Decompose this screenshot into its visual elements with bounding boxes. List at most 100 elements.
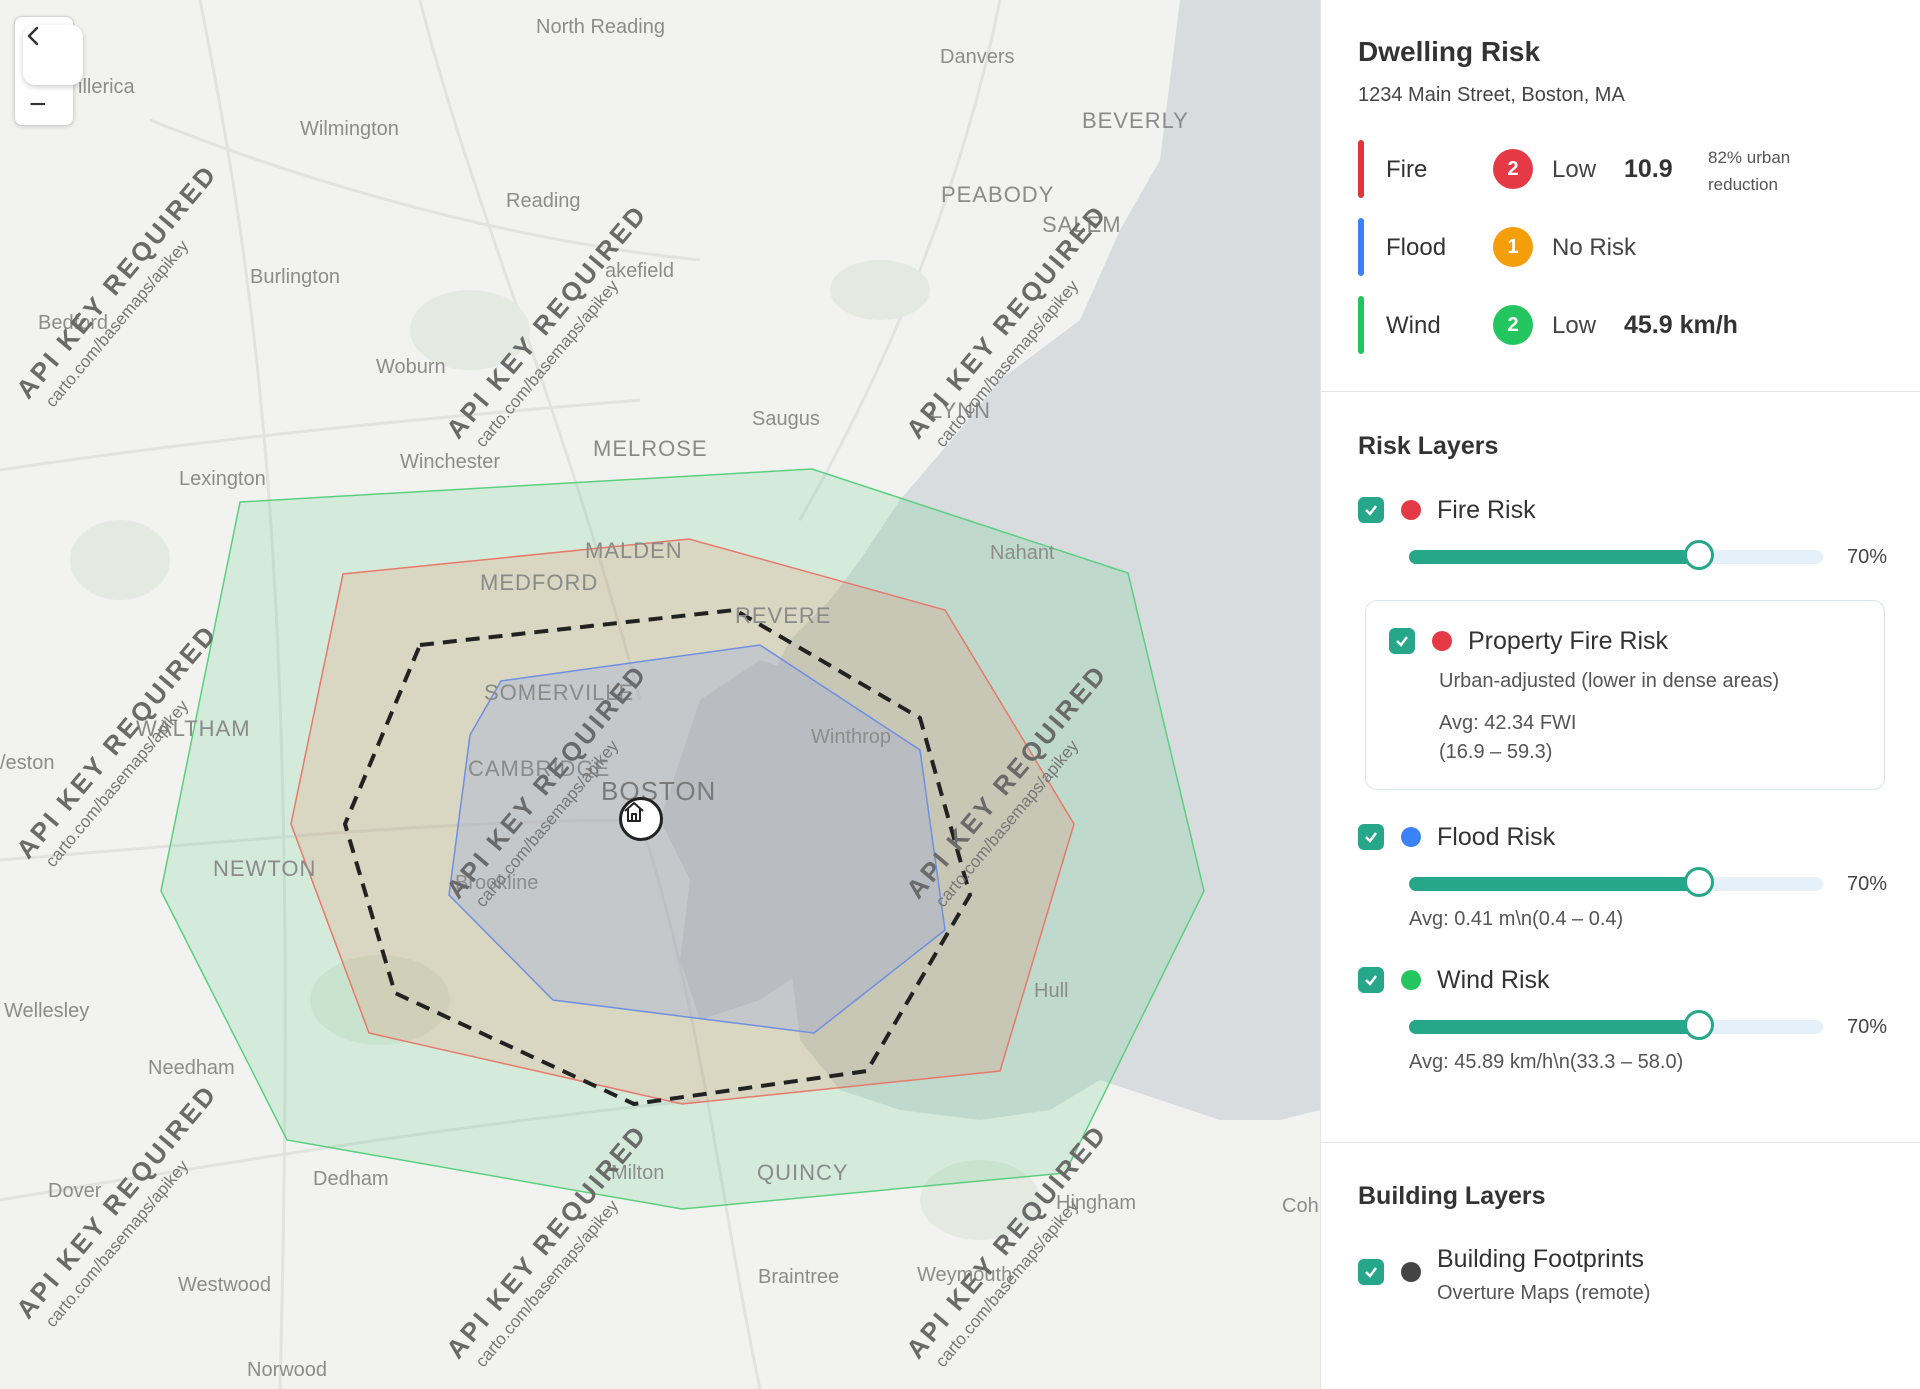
flood-risk-opacity-slider[interactable] <box>1409 867 1823 897</box>
property-fire-risk-color-dot <box>1432 631 1452 651</box>
check-icon <box>1365 975 1377 986</box>
zoom-controls: − <box>14 16 83 126</box>
flood-risk-label: Flood Risk <box>1437 823 1556 851</box>
slider-handle[interactable] <box>1683 1010 1714 1040</box>
map-view[interactable]: North Reading Danvers illerica Wilmingto… <box>0 0 1320 1389</box>
wind-risk-opacity-value: 70% <box>1847 1016 1888 1038</box>
place-label: Reading <box>506 190 581 212</box>
place-label: REVERE <box>735 603 832 628</box>
risk-color-bar <box>1358 296 1364 354</box>
place-label: Woburn <box>376 356 446 378</box>
slider-handle[interactable] <box>1683 540 1714 570</box>
place-label: PEABODY <box>941 182 1055 207</box>
risk-color-bar <box>1358 218 1364 276</box>
zoom-out-button[interactable]: − <box>29 90 47 120</box>
slider-fill <box>1409 1020 1699 1034</box>
building-footprints-color-dot <box>1401 1262 1421 1282</box>
chevron-left-icon <box>27 26 39 46</box>
wind-risk-opacity-slider[interactable] <box>1409 1010 1823 1040</box>
building-footprints-source: Overture Maps (remote) <box>1437 1282 1651 1304</box>
risk-summary-wind: Wind 2 Low 45.9 km/h <box>1358 296 1898 354</box>
risk-summary-fire: Fire 2 Low 10.9 82% urban reduction <box>1358 140 1898 198</box>
place-label: Coh <box>1282 1195 1319 1217</box>
risk-value: 10.9 <box>1624 155 1673 183</box>
place-label: BOSTON <box>601 776 717 806</box>
slider-fill <box>1409 877 1699 891</box>
place-label: Burlington <box>250 266 341 288</box>
back-button[interactable] <box>23 25 83 85</box>
flood-risk-opacity-value: 70% <box>1847 873 1888 895</box>
check-icon <box>1365 505 1377 516</box>
place-label: MELROSE <box>593 436 708 461</box>
place-label: Winthrop <box>811 726 892 748</box>
flood-risk-avg: Avg: 0.41 m\n(0.4 – 0.4) <box>1409 908 1624 930</box>
place-label: Needham <box>148 1057 235 1079</box>
building-footprints-label: Building Footprints <box>1437 1245 1645 1273</box>
building-layers-heading: Building Layers <box>1358 1182 1546 1210</box>
risk-color-bar <box>1358 140 1364 198</box>
wind-risk-color-dot <box>1401 970 1421 990</box>
wind-risk-avg: Avg: 45.89 km/h\n(33.3 – 58.0) <box>1409 1051 1684 1073</box>
risk-level: Low <box>1552 156 1597 183</box>
wind-risk-checkbox[interactable] <box>1358 967 1384 993</box>
divider <box>1321 1142 1920 1143</box>
check-icon <box>1396 636 1408 647</box>
panel-title: Dwelling Risk <box>1358 36 1541 67</box>
flood-risk-checkbox[interactable] <box>1358 824 1384 850</box>
flood-risk-color-dot <box>1401 827 1421 847</box>
risk-note: 82% urban reduction <box>1708 148 1791 194</box>
place-label: MEDFORD <box>480 570 599 595</box>
place-label: Westwood <box>178 1274 272 1296</box>
risk-score-badge: 2 <box>1493 305 1533 345</box>
place-label: Saugus <box>752 408 820 430</box>
risk-level: Low <box>1552 312 1597 339</box>
place-label: Winchester <box>400 451 501 473</box>
place-label: Norwood <box>247 1359 328 1381</box>
divider <box>1321 391 1920 392</box>
risk-score-badge: 1 <box>1493 227 1533 267</box>
fire-risk-opacity-slider[interactable] <box>1409 540 1823 570</box>
property-fire-risk-avg: Avg: 42.34 FWI <box>1439 712 1577 734</box>
place-label: Braintree <box>758 1266 840 1288</box>
place-label: Hull <box>1034 980 1069 1002</box>
property-fire-risk-range: (16.9 – 59.3) <box>1439 741 1553 763</box>
property-fire-risk-description: Urban-adjusted (lower in dense areas) <box>1439 670 1780 692</box>
risk-name: Flood <box>1386 234 1447 261</box>
place-label: Wellesley <box>4 1000 90 1022</box>
place-label: Dedham <box>313 1168 389 1190</box>
place-label: BEVERLY <box>1082 108 1189 133</box>
risk-level: No Risk <box>1552 234 1637 261</box>
home-marker[interactable] <box>619 797 663 841</box>
place-label: /eston <box>0 752 55 774</box>
address: 1234 Main Street, Boston, MA <box>1358 84 1625 106</box>
place-label: Nahant <box>990 542 1055 564</box>
wind-risk-label: Wind Risk <box>1437 966 1550 994</box>
slider-fill <box>1409 550 1699 564</box>
risk-name: Fire <box>1386 156 1428 183</box>
check-icon <box>1365 1267 1377 1278</box>
place-label: Dover <box>48 1180 102 1202</box>
place-label: North Reading <box>536 16 665 38</box>
risk-summary-flood: Flood 1 No Risk <box>1358 218 1898 276</box>
slider-handle[interactable] <box>1683 867 1714 897</box>
fire-risk-label: Fire Risk <box>1437 496 1536 524</box>
risk-layers-heading: Risk Layers <box>1358 432 1499 460</box>
property-fire-risk-checkbox[interactable] <box>1389 628 1415 654</box>
place-label: Wilmington <box>300 118 399 140</box>
place-label: Lexington <box>179 468 266 490</box>
check-icon <box>1365 832 1377 843</box>
risk-name: Wind <box>1386 312 1441 339</box>
home-icon <box>624 802 644 822</box>
risk-value: 45.9 km/h <box>1624 311 1738 339</box>
place-label: MALDEN <box>585 538 683 563</box>
fire-risk-color-dot <box>1401 500 1421 520</box>
place-label: QUINCY <box>757 1160 849 1185</box>
place-label: NEWTON <box>213 856 317 881</box>
risk-score-badge: 2 <box>1493 149 1533 189</box>
building-footprints-checkbox[interactable] <box>1358 1259 1384 1285</box>
place-label: Danvers <box>940 46 1015 68</box>
property-fire-risk-label: Property Fire Risk <box>1468 627 1669 655</box>
risk-panel: Dwelling Risk 1234 Main Street, Boston, … <box>1320 0 1920 1389</box>
fire-risk-opacity-value: 70% <box>1847 546 1888 568</box>
fire-risk-checkbox[interactable] <box>1358 497 1384 523</box>
